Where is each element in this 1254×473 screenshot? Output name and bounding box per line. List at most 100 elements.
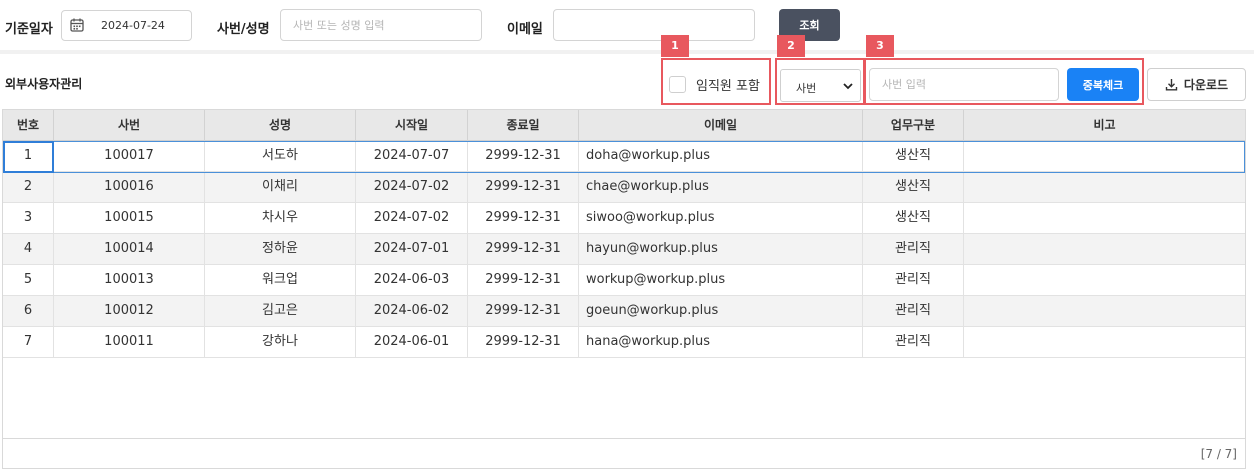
remark-cell[interactable] [964, 172, 1245, 202]
column-header[interactable]: 사번 [54, 110, 205, 141]
start-date-cell[interactable]: 2024-06-01 [356, 327, 468, 357]
row-number-cell[interactable]: 3 [3, 203, 54, 233]
end-date-cell[interactable]: 2999-12-31 [468, 327, 579, 357]
search-type-select[interactable]: 사번 [780, 69, 861, 102]
annotation-badge-3: 3 [866, 35, 894, 57]
emp-name-cell[interactable]: 강하나 [205, 327, 356, 357]
search-type-value: 사번 [796, 82, 817, 95]
emp-name-cell[interactable]: 워크업 [205, 265, 356, 295]
end-date-cell[interactable]: 2999-12-31 [468, 141, 579, 171]
dup-check-input[interactable] [869, 68, 1059, 101]
table-row[interactable]: 4 100014 정하윤 2024-07-01 2999-12-31 hayun@work… [3, 234, 1245, 265]
end-date-cell[interactable]: 2999-12-31 [468, 265, 579, 295]
table-row[interactable]: 6 100012 김고은 2024-06-02 2999-12-31 goeun@work… [3, 296, 1245, 327]
table-row[interactable]: 5 100013 워크업 2024-06-03 2999-12-31 workup@wor… [3, 265, 1245, 296]
download-label: 다운로드 [1183, 78, 1229, 92]
row-number-cell[interactable]: 4 [3, 234, 54, 264]
emp-name-cell[interactable]: 차시우 [205, 203, 356, 233]
filter-bar: 기준일자 2024-07-24 사번/성명 이메일 조회 [0, 0, 1254, 50]
emp-id-cell[interactable]: 100014 [54, 234, 205, 264]
include-employee-label: 임직원 포함 [696, 79, 760, 94]
emp-label: 사번/성명 [217, 22, 270, 37]
annotation-badge-2: 2 [777, 35, 805, 57]
row-number-cell[interactable]: 2 [3, 172, 54, 202]
remark-cell[interactable] [964, 234, 1245, 264]
remark-cell[interactable] [964, 327, 1245, 357]
chevron-down-icon [843, 83, 853, 90]
emp-id-cell[interactable]: 100017 [54, 141, 205, 171]
email-cell[interactable]: chae@workup.plus [579, 172, 863, 202]
email-cell[interactable]: hana@workup.plus [579, 327, 863, 357]
email-cell[interactable]: doha@workup.plus [579, 141, 863, 171]
email-label: 이메일 [507, 22, 543, 37]
include-employee-toggle[interactable]: 임직원 포함 [669, 75, 760, 94]
column-header[interactable]: 성명 [205, 110, 356, 141]
emp-name-cell[interactable]: 서도하 [205, 141, 356, 171]
page-title: 외부사용자관리 [5, 77, 83, 91]
email-input[interactable] [553, 9, 755, 41]
emp-id-cell[interactable]: 100015 [54, 203, 205, 233]
grid-header: 번호 사번 성명 시작일 종료일 이메일 업무구분 비고 [3, 110, 1245, 141]
email-cell[interactable]: goeun@workup.plus [579, 296, 863, 326]
date-label: 기준일자 [5, 22, 53, 37]
job-type-cell[interactable]: 생산직 [863, 141, 964, 171]
table-row[interactable]: 3 100015 차시우 2024-07-02 2999-12-31 siwoo@work… [3, 203, 1245, 234]
start-date-cell[interactable]: 2024-07-02 [356, 203, 468, 233]
table-row[interactable]: 1 100017 서도하 2024-07-07 2999-12-31 doha@worku… [3, 141, 1245, 172]
remark-cell[interactable] [964, 203, 1245, 233]
remark-cell[interactable] [964, 296, 1245, 326]
table-row[interactable]: 7 100011 강하나 2024-06-01 2999-12-31 hana@worku… [3, 327, 1245, 358]
include-employee-checkbox[interactable] [669, 76, 686, 93]
emp-name-cell[interactable]: 김고은 [205, 296, 356, 326]
grid-footer: [7 / 7] [3, 438, 1245, 468]
column-header[interactable]: 시작일 [356, 110, 468, 141]
emp-name-cell[interactable]: 이채리 [205, 172, 356, 202]
emp-id-cell[interactable]: 100013 [54, 265, 205, 295]
column-header[interactable]: 업무구분 [863, 110, 964, 141]
date-picker[interactable]: 2024-07-24 [61, 10, 192, 41]
row-number-cell[interactable]: 6 [3, 296, 54, 326]
column-header[interactable]: 비고 [964, 110, 1245, 141]
end-date-cell[interactable]: 2999-12-31 [468, 172, 579, 202]
start-date-cell[interactable]: 2024-07-02 [356, 172, 468, 202]
data-grid: 번호 사번 성명 시작일 종료일 이메일 업무구분 비고 1 100017 서도하 2… [2, 109, 1246, 469]
start-date-cell[interactable]: 2024-06-03 [356, 265, 468, 295]
emp-id-cell[interactable]: 100012 [54, 296, 205, 326]
emp-id-cell[interactable]: 100011 [54, 327, 205, 357]
remark-cell[interactable] [964, 141, 1245, 171]
job-type-cell[interactable]: 생산직 [863, 203, 964, 233]
row-number-cell[interactable]: 5 [3, 265, 54, 295]
job-type-cell[interactable]: 생산직 [863, 172, 964, 202]
emp-search-input[interactable] [280, 9, 482, 41]
end-date-cell[interactable]: 2999-12-31 [468, 296, 579, 326]
table-row[interactable]: 2 100016 이채리 2024-07-02 2999-12-31 chae@worku… [3, 172, 1245, 203]
job-type-cell[interactable]: 관리직 [863, 265, 964, 295]
start-date-cell[interactable]: 2024-07-01 [356, 234, 468, 264]
column-header[interactable]: 이메일 [579, 110, 863, 141]
download-icon [1165, 79, 1178, 91]
email-cell[interactable]: workup@workup.plus [579, 265, 863, 295]
column-header[interactable]: 번호 [3, 110, 54, 141]
column-header[interactable]: 종료일 [468, 110, 579, 141]
row-number-cell[interactable]: 7 [3, 327, 54, 357]
calendar-icon[interactable] [69, 17, 85, 33]
emp-name-cell[interactable]: 정하윤 [205, 234, 356, 264]
end-date-cell[interactable]: 2999-12-31 [468, 234, 579, 264]
row-number-cell[interactable]: 1 [3, 141, 54, 171]
start-date-cell[interactable]: 2024-07-07 [356, 141, 468, 171]
record-count: [7 / 7] [1200, 447, 1237, 461]
emp-id-cell[interactable]: 100016 [54, 172, 205, 202]
date-value: 2024-07-24 [101, 19, 165, 32]
job-type-cell[interactable]: 관리직 [863, 296, 964, 326]
annotation-badge-1: 1 [661, 35, 689, 57]
remark-cell[interactable] [964, 265, 1245, 295]
download-button[interactable]: 다운로드 [1147, 68, 1246, 101]
email-cell[interactable]: hayun@workup.plus [579, 234, 863, 264]
job-type-cell[interactable]: 관리직 [863, 234, 964, 264]
start-date-cell[interactable]: 2024-06-02 [356, 296, 468, 326]
job-type-cell[interactable]: 관리직 [863, 327, 964, 357]
email-cell[interactable]: siwoo@workup.plus [579, 203, 863, 233]
end-date-cell[interactable]: 2999-12-31 [468, 203, 579, 233]
section-divider [0, 50, 1254, 54]
dup-check-button[interactable]: 중복체크 [1067, 68, 1139, 101]
